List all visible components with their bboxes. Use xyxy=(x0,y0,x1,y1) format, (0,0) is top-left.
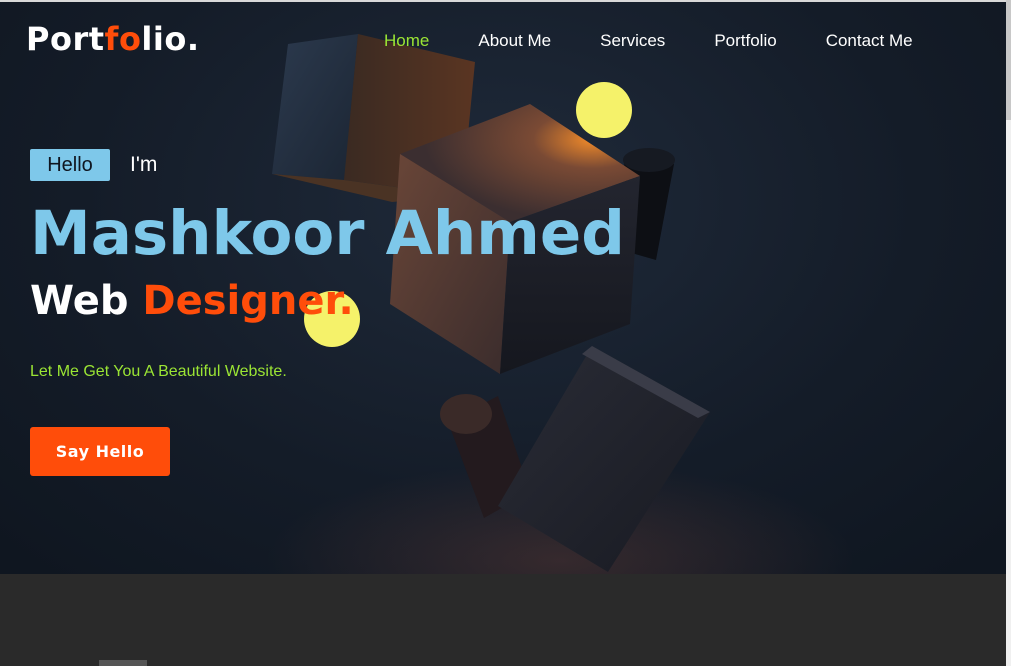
decorative-cube-front-icon xyxy=(498,346,710,572)
nav-about-me[interactable]: About Me xyxy=(478,31,551,51)
window-top-border xyxy=(0,0,1011,2)
hero-tagline: Let Me Get You A Beautiful Website. xyxy=(30,363,287,380)
logo-text-accent: fo xyxy=(104,20,142,58)
nav-home[interactable]: Home xyxy=(384,31,429,51)
decorative-dot-icon xyxy=(576,82,632,138)
hero-section: Portfolio. Home About Me Services Portfo… xyxy=(0,0,1006,574)
logo[interactable]: Portfolio. xyxy=(26,20,200,58)
bottom-scroll-chip xyxy=(99,660,147,666)
logo-text-pre: Port xyxy=(26,20,105,58)
logo-text-post: lio. xyxy=(141,20,200,58)
greeting-row: Hello I'm xyxy=(30,149,157,181)
role-highlight-text: Designer xyxy=(142,278,339,324)
nav-portfolio[interactable]: Portfolio xyxy=(714,31,776,51)
next-section xyxy=(0,574,1006,666)
role-prefix: Web xyxy=(30,278,129,324)
nav-services[interactable]: Services xyxy=(600,31,665,51)
scrollbar-thumb[interactable] xyxy=(1006,0,1011,120)
role-highlight: Designer. xyxy=(142,278,353,324)
page-scrollbar[interactable] xyxy=(1006,0,1011,666)
say-hello-button[interactable]: Say Hello xyxy=(30,427,170,476)
nav-contact-me[interactable]: Contact Me xyxy=(826,31,913,51)
hello-badge: Hello xyxy=(30,149,110,181)
main-nav: Home About Me Services Portfolio Contact… xyxy=(384,31,913,51)
im-text: I'm xyxy=(130,153,158,176)
hero-role: Web Designer. xyxy=(30,278,354,324)
role-dot: . xyxy=(338,278,354,324)
hero-name: Mashkoor Ahmed xyxy=(30,198,625,269)
